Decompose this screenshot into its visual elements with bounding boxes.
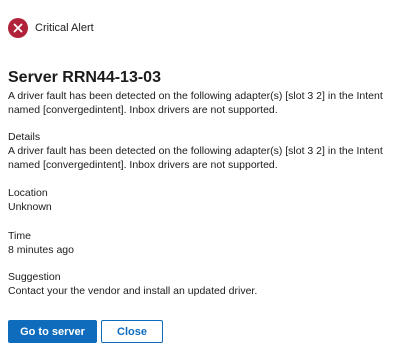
alert-description: A driver fault has been detected on the … (8, 90, 383, 116)
go-to-server-button[interactable]: Go to server (8, 320, 97, 343)
alert-severity-label: Critical Alert (35, 22, 94, 34)
location-value: Unknown (8, 201, 52, 213)
location-heading: Location (8, 187, 48, 199)
details-text: A driver fault has been detected on the … (8, 145, 383, 171)
time-value: 8 minutes ago (8, 244, 74, 256)
alert-detail-panel: Critical Alert Server RRN44-13-03 A driv… (0, 0, 400, 353)
close-button[interactable]: Close (101, 320, 163, 343)
suggestion-text: Contact your the vendor and install an u… (8, 285, 258, 297)
error-circle-icon (8, 18, 28, 38)
time-heading: Time (8, 230, 31, 242)
alert-title: Server RRN44-13-03 (8, 69, 161, 86)
suggestion-heading: Suggestion (8, 271, 61, 283)
alert-header: Critical Alert (8, 18, 94, 38)
details-heading: Details (8, 131, 41, 143)
